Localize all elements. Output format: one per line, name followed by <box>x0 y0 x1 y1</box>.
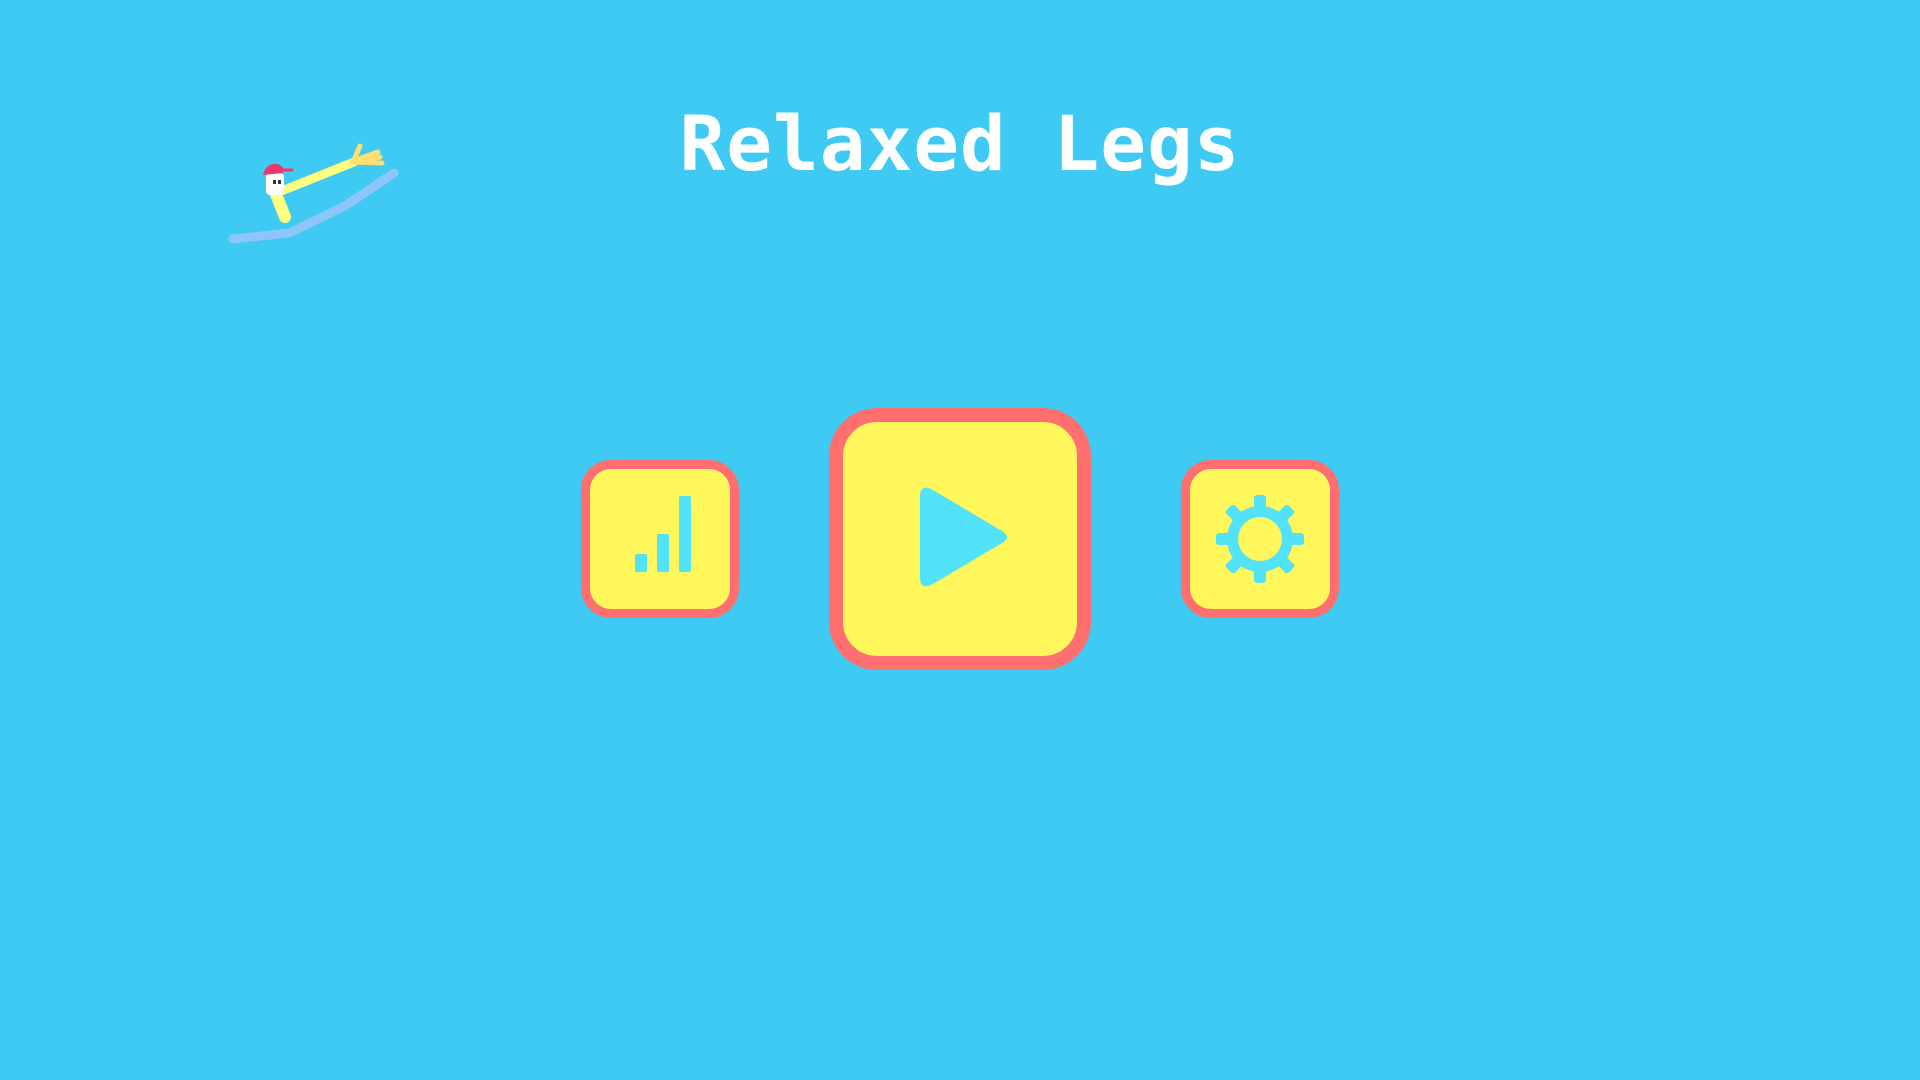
ragdoll-character-icon <box>228 143 399 244</box>
stats-button[interactable] <box>581 460 739 618</box>
bar-chart-icon <box>635 496 691 572</box>
gear-icon <box>1216 495 1304 583</box>
main-menu-screen: Relaxed Legs <box>0 0 1920 1080</box>
play-icon <box>920 487 1007 587</box>
settings-button[interactable] <box>1181 460 1339 618</box>
play-button[interactable] <box>829 408 1091 670</box>
